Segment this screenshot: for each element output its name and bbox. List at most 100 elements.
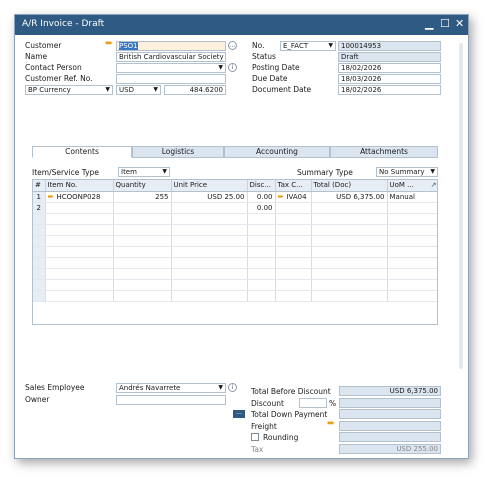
col-header-unit-price[interactable]: Unit Price	[171, 180, 248, 192]
cell-tax-code[interactable]: ➨ IVA04	[275, 191, 312, 203]
owner-input[interactable]	[116, 395, 226, 405]
col-header-quantity[interactable]: Quantity	[113, 180, 172, 192]
rounding-checkbox[interactable]	[251, 433, 259, 441]
customer-link-arrow-icon[interactable]: ➨	[105, 38, 113, 49]
posting-date-input[interactable]: 18/02/2026	[338, 63, 441, 73]
empty-row	[33, 235, 437, 247]
col-header-total[interactable]: Total (Doc)	[311, 180, 388, 192]
tab-accounting[interactable]: Accounting	[224, 146, 330, 158]
empty-row	[33, 290, 437, 302]
cell-total[interactable]	[311, 202, 388, 214]
row-number: 1	[33, 191, 46, 203]
col-header-uom[interactable]: UoM ... ↗	[387, 180, 437, 192]
customer-choose-icon[interactable]: …	[228, 41, 237, 50]
grid-header-row: # Item No. Quantity Unit Price Disc... T…	[33, 180, 437, 192]
close-icon[interactable]: ✕	[455, 17, 464, 30]
doc-number-label: No.	[252, 41, 265, 50]
total-down-payment-label: Total Down Payment	[251, 410, 328, 419]
col-header-item-no[interactable]: Item No.	[45, 180, 114, 192]
expand-icon[interactable]: ↗	[431, 181, 437, 189]
cell-discount[interactable]: 0.00	[247, 202, 276, 214]
tax-link-arrow-icon[interactable]: ➨	[278, 192, 285, 201]
cell-uom[interactable]	[387, 202, 437, 214]
empty-row	[33, 279, 437, 291]
contact-info-icon[interactable]: i	[228, 63, 237, 72]
dropdown-arrow-icon: ▼	[105, 86, 110, 93]
cell-quantity[interactable]: 255	[113, 191, 172, 203]
items-grid: # Item No. Quantity Unit Price Disc... T…	[32, 179, 438, 325]
contact-person-label: Contact Person	[25, 63, 82, 72]
window-title: A/R Invoice - Draft	[22, 19, 105, 29]
customer-code-input[interactable]: PSO1	[116, 41, 226, 51]
currency-code-select[interactable]: USD ▼	[116, 85, 161, 95]
table-row[interactable]: 2 0.00	[33, 202, 437, 214]
cell-tax-code[interactable]	[275, 202, 312, 214]
empty-row	[33, 213, 437, 225]
sales-employee-select[interactable]: Andrés Navarrete ▼	[116, 383, 226, 393]
empty-row	[33, 257, 437, 269]
empty-row	[33, 268, 437, 280]
customer-ref-input[interactable]	[116, 74, 226, 84]
cell-quantity[interactable]	[113, 202, 172, 214]
tab-attachments[interactable]: Attachments	[330, 146, 438, 158]
exchange-rate-input[interactable]: 484.6200	[164, 85, 226, 95]
total-down-payment-value	[339, 409, 441, 419]
rounding-label: Rounding	[263, 433, 299, 442]
dropdown-arrow-icon: ▼	[153, 86, 158, 93]
posting-date-label: Posting Date	[252, 63, 300, 72]
contact-person-select[interactable]: ▼	[116, 63, 226, 73]
table-row[interactable]: 1 ➨ HCOONP028 255 USD 25.00 0.00 ➨ IVA04…	[33, 191, 437, 203]
maximize-icon[interactable]: ☐	[440, 17, 450, 30]
percent-sign: %	[329, 399, 337, 408]
minimize-icon[interactable]: ▁	[425, 17, 433, 30]
freight-value	[339, 421, 441, 431]
freight-link-arrow-icon[interactable]: ➨	[327, 418, 335, 429]
title-bar: A/R Invoice - Draft ▁ ☐ ✕	[15, 15, 468, 35]
discount-amount-input[interactable]	[339, 398, 441, 408]
empty-row	[33, 224, 437, 236]
item-link-arrow-icon[interactable]: ➨	[48, 192, 55, 201]
down-payment-button[interactable]: ...	[233, 410, 245, 418]
customer-label: Customer	[25, 41, 62, 50]
tax-label: Tax	[251, 445, 264, 454]
tab-logistics[interactable]: Logistics	[132, 146, 224, 158]
empty-row	[33, 246, 437, 258]
items-table: # Item No. Quantity Unit Price Disc... T…	[33, 180, 437, 302]
discount-percent-input[interactable]	[299, 398, 327, 408]
col-header-row-number[interactable]: #	[33, 180, 46, 192]
cell-discount[interactable]: 0.00	[247, 191, 276, 203]
cell-uom[interactable]: Manual	[387, 191, 437, 203]
sales-employee-info-icon[interactable]: i	[228, 383, 237, 392]
status-value: Draft	[338, 52, 441, 62]
cell-unit-price[interactable]: USD 25.00	[171, 191, 248, 203]
currency-type-select[interactable]: BP Currency ▼	[25, 85, 113, 95]
cell-total[interactable]: USD 6,375.00	[311, 191, 388, 203]
customer-ref-label: Customer Ref. No.	[25, 74, 93, 83]
dropdown-arrow-icon: ▼	[328, 42, 333, 49]
doc-number-input[interactable]: 100014953	[338, 41, 441, 51]
cell-item-no[interactable]: ➨ HCOONP028	[45, 191, 114, 203]
summary-type-select[interactable]: No Summary ▼	[376, 167, 438, 177]
dropdown-arrow-icon: ▼	[430, 168, 435, 175]
sales-employee-label: Sales Employee	[25, 383, 85, 392]
total-before-discount-value: USD 6,375.00	[339, 386, 441, 396]
tab-bar: Contents Logistics Accounting Attachment…	[32, 146, 440, 158]
document-date-input[interactable]: 18/02/2026	[338, 85, 441, 95]
dropdown-arrow-icon: ▼	[162, 168, 167, 175]
col-header-discount[interactable]: Disc...	[247, 180, 276, 192]
item-type-select[interactable]: Item ▼	[118, 167, 170, 177]
tax-value: USD 255.00	[339, 444, 441, 454]
total-before-discount-label: Total Before Discount	[251, 387, 331, 396]
series-select[interactable]: E_FACT ▼	[280, 41, 336, 51]
cell-unit-price[interactable]	[171, 202, 248, 214]
item-type-label: Item/Service Type	[32, 168, 99, 177]
name-label: Name	[25, 52, 48, 61]
col-header-tax-code[interactable]: Tax C...	[275, 180, 312, 192]
vertical-scrollbar[interactable]	[459, 43, 463, 369]
owner-label: Owner	[25, 395, 50, 404]
row-number: 2	[33, 202, 46, 214]
cell-item-no[interactable]	[45, 202, 114, 214]
tab-contents[interactable]: Contents	[32, 146, 132, 158]
customer-name-input[interactable]: British Cardiovascular Society	[116, 52, 226, 62]
due-date-input[interactable]: 18/03/2026	[338, 74, 441, 84]
